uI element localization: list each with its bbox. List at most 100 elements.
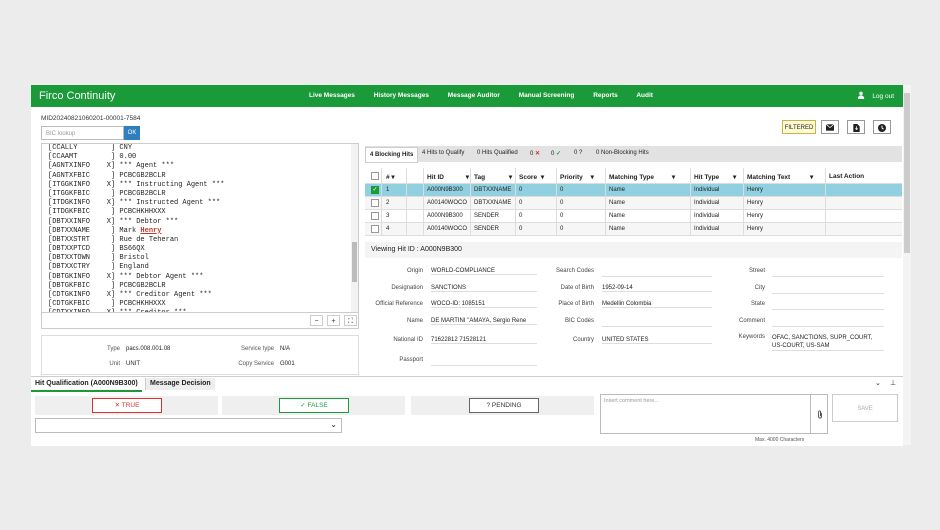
message-line: [DBTXXINFO X] *** Debtor *** xyxy=(48,217,179,226)
col-matching-type[interactable]: Matching Type ▾ xyxy=(609,173,675,181)
copy-service-value: G001 xyxy=(280,361,295,367)
origin-label: Origin xyxy=(406,268,423,274)
table-cell: 0 xyxy=(519,226,523,232)
message-line: [ITDGKFBIC ] PCBCHKHHXXX xyxy=(48,208,166,217)
type-label: Type xyxy=(106,346,120,352)
state-value xyxy=(772,301,884,310)
message-line: [ITDGKINFO X] *** Instructed Agent *** xyxy=(48,199,221,208)
service-type-label: Service type xyxy=(240,346,274,352)
table-cell: SENDER xyxy=(474,226,500,232)
filtered-button[interactable]: FILTERED xyxy=(782,120,816,134)
hits-table-header: # ▾ Hit ID ▾ Tag ▾ Score ▾ Priority ▾ Ma… xyxy=(365,168,902,184)
message-info-panel: Type pacs.008.001.08 Service type N/A Un… xyxy=(41,335,359,375)
collapse-chevron-icon[interactable]: ⌄ xyxy=(875,379,881,387)
col-last-action[interactable]: Last Action xyxy=(829,173,864,180)
tab-hits-to-qualify[interactable]: 4 Hits to Qualify xyxy=(422,150,464,156)
bic-codes-value xyxy=(602,318,712,327)
table-cell: 4 xyxy=(386,226,390,232)
nav-reports[interactable]: Reports xyxy=(593,92,618,99)
row-checkbox[interactable]: ✓ xyxy=(371,186,379,194)
dob-value: 1952-09-14 xyxy=(602,285,712,292)
table-row[interactable]: 3 A000N9B300 SENDER 0 0 Name Individual Henry xyxy=(365,210,902,223)
fit-screen-button[interactable]: ⛶ xyxy=(344,315,357,326)
message-line: [CCAAMT ] 0.00 xyxy=(48,153,137,162)
official-reference-label: Official Reference xyxy=(375,301,423,307)
tab-non-blocking-hits[interactable]: 0 Non-Blocking Hits xyxy=(596,150,649,156)
pob-label: Place of Birth xyxy=(558,301,594,307)
tab-message-decision[interactable]: Message Decision xyxy=(145,378,215,390)
tab-pending-hits[interactable]: 0 ? xyxy=(574,150,582,156)
row-checkbox[interactable] xyxy=(371,225,379,233)
table-row[interactable]: 4 A00140WOCO SENDER 0 0 Name Individual Henry xyxy=(365,223,902,236)
unpin-icon[interactable]: ⊥ xyxy=(890,379,896,387)
scrollbar-thumb[interactable] xyxy=(352,242,357,282)
search-codes-value xyxy=(602,268,712,277)
false-button[interactable]: ✓ FALSE xyxy=(279,398,349,413)
row-checkbox[interactable] xyxy=(371,199,379,207)
official-reference-value: WOCO-ID: 1085151 xyxy=(431,301,537,308)
page-scrollbar[interactable] xyxy=(903,85,911,445)
save-button[interactable]: SAVE xyxy=(832,394,898,422)
tab-false-hits[interactable]: 0 ✓ xyxy=(551,150,561,157)
tab-true-hits[interactable]: 0 ✕ xyxy=(530,150,540,157)
page-scrollbar-thumb[interactable] xyxy=(904,93,910,253)
message-line: [CDTGKFBIC ] PCBCHKHHXXX xyxy=(48,300,166,309)
message-line: [DBTGKFBIC ] PCBCGB2BCLR xyxy=(48,281,166,290)
message-scrollbar[interactable] xyxy=(351,144,358,312)
nav-manual-screening[interactable]: Manual Screening xyxy=(519,92,575,99)
cross-icon: ✕ xyxy=(114,402,121,409)
message-line: [DBTXXNAME ] Mark Henry xyxy=(48,226,162,235)
nav-message-auditor[interactable]: Message Auditor xyxy=(448,92,500,99)
mail-button[interactable] xyxy=(821,120,839,134)
decision-select[interactable]: ⌄ xyxy=(35,418,342,433)
table-cell: 0 xyxy=(519,187,523,193)
bic-ok-button[interactable]: OK xyxy=(124,126,140,140)
message-line: [DBTXXSTRT ] Rue de Teheran xyxy=(48,235,179,244)
table-cell: A00140WOCO xyxy=(427,226,468,232)
col-score[interactable]: Score ▾ xyxy=(519,173,544,181)
name-value: DE MARTINI "AMAYA, Sergio Rene xyxy=(431,318,537,325)
main-nav: Live Messages History Messages Message A… xyxy=(309,92,670,99)
check-icon: ✓ xyxy=(300,402,306,409)
comment-textarea[interactable]: Insert comment here... xyxy=(600,394,811,434)
col-tag[interactable]: Tag ▾ xyxy=(474,173,512,181)
zoom-out-button[interactable]: − xyxy=(310,315,323,326)
zoom-bar: − + ⛶ xyxy=(41,313,359,329)
zoom-in-button[interactable]: + xyxy=(327,315,340,326)
nav-audit[interactable]: Audit xyxy=(636,92,653,99)
tab-hits-qualified[interactable]: 0 Hits Qualified xyxy=(477,150,518,156)
table-row[interactable]: 2 A00140WOCO DBTXXNAME 0 0 Name Individual Henr… xyxy=(365,197,902,210)
col-priority[interactable]: Priority ▾ xyxy=(560,173,594,181)
service-type-value: N/A xyxy=(280,346,291,352)
message-content-pane[interactable]: [CCALLY ] CNY [CCAAMT ] 0.00 [AGNTXINFO X]… xyxy=(41,143,359,313)
attach-button[interactable] xyxy=(810,394,828,434)
bic-lookup-input[interactable]: BIC lookup xyxy=(41,126,124,140)
history-button[interactable] xyxy=(873,120,891,134)
table-cell: Name xyxy=(609,226,626,232)
table-row[interactable]: ✓ 1 A000N9B300 DBTXXNAME 0 0 Name Individual Hen… xyxy=(365,184,902,197)
table-cell: 0 xyxy=(560,200,564,206)
row-checkbox[interactable] xyxy=(371,212,379,220)
message-line: [AGNTXINFO X] *** Agent *** xyxy=(48,162,175,171)
tab-hit-qualification[interactable]: Hit Qualification (A000N9B300) xyxy=(31,378,142,392)
table-cell: Henry xyxy=(747,200,764,206)
search-codes-label: Search Codes xyxy=(555,268,594,274)
col-number[interactable]: # ▾ xyxy=(386,173,395,181)
tab-blocking-hits[interactable]: 4 Blocking Hits xyxy=(365,147,419,163)
keywords-value: OFAC, SANCTIONS, SUPR_COURT, US-COURT, U… xyxy=(772,334,884,351)
logout-button[interactable]: Log out xyxy=(857,91,894,100)
nav-history-messages[interactable]: History Messages xyxy=(374,92,429,99)
country-label: Country xyxy=(572,337,594,343)
copy-service-label: Copy Service xyxy=(238,361,274,367)
download-button[interactable] xyxy=(847,120,865,134)
nav-live-messages[interactable]: Live Messages xyxy=(309,92,355,99)
col-matching-text[interactable]: Matching Text ▾ xyxy=(747,173,813,181)
table-cell: Henry xyxy=(747,187,764,193)
pending-button[interactable]: ? PENDING xyxy=(469,398,539,413)
envelope-icon xyxy=(825,123,835,131)
col-hit-type[interactable]: Hit Type ▾ xyxy=(694,173,736,181)
true-button[interactable]: ✕ TRUE xyxy=(92,398,162,413)
check-icon: ✓ xyxy=(556,151,562,157)
select-all-checkbox[interactable] xyxy=(371,172,379,180)
col-hit-id[interactable]: Hit ID ▾ xyxy=(427,173,469,181)
